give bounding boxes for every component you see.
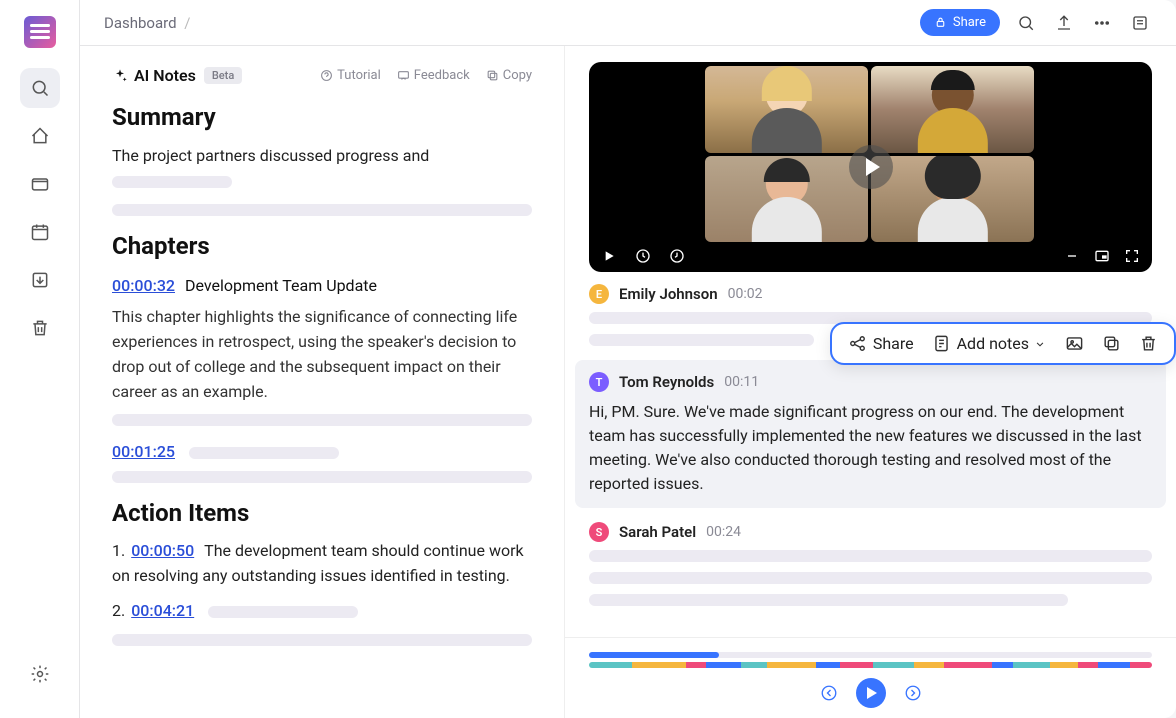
chapter-item: 00:00:32 Development Team Update This ch…: [112, 276, 532, 426]
popup-share[interactable]: Share: [848, 334, 914, 353]
ai-notes-title: AI Notes: [112, 66, 196, 85]
export-button[interactable]: [20, 260, 60, 300]
chapter-timestamp[interactable]: 00:00:32: [112, 276, 175, 295]
chapter-item: 00:01:25: [112, 442, 532, 483]
rewind-icon[interactable]: [635, 248, 651, 264]
app-logo[interactable]: [24, 16, 56, 48]
breadcrumb[interactable]: Dashboard: [104, 14, 190, 32]
forward-icon[interactable]: [669, 248, 685, 264]
chevron-down-icon: [1033, 337, 1047, 351]
action-item: 1. 00:00:50 The development team should …: [112, 539, 532, 589]
speaker-name: Emily Johnson: [619, 285, 718, 303]
home-button[interactable]: [20, 116, 60, 156]
transcript-block: S Sarah Patel 00:24: [589, 522, 1152, 606]
delete-icon[interactable]: [1139, 334, 1158, 353]
copy-icon[interactable]: [1102, 334, 1121, 353]
transcript-text: Hi, PM. Sure. We've made significant pro…: [589, 400, 1152, 496]
avatar: S: [589, 522, 609, 542]
share-button[interactable]: Share: [920, 9, 1000, 36]
speaker-time: 00:11: [724, 374, 759, 390]
avatar: T: [589, 372, 609, 392]
trash-button[interactable]: [20, 308, 60, 348]
rewind-button[interactable]: [820, 684, 838, 702]
forward-button[interactable]: [904, 684, 922, 702]
action-timestamp[interactable]: 00:00:50: [131, 541, 194, 560]
play-overlay-icon[interactable]: [849, 145, 893, 189]
more-icon[interactable]: [1090, 11, 1114, 35]
speaker-name: Sarah Patel: [619, 523, 696, 541]
transcript-block-active[interactable]: Share Add notes T Tom Reynolds 00:11 Hi,…: [575, 360, 1166, 508]
upload-icon[interactable]: [1052, 11, 1076, 35]
copy-link[interactable]: Copy: [486, 68, 532, 83]
popup-add-notes[interactable]: Add notes: [932, 334, 1047, 353]
action-items-heading: Action Items: [112, 499, 532, 527]
topbar-search-icon[interactable]: [1014, 11, 1038, 35]
summary-text: The project partners discussed progress …: [112, 143, 532, 194]
content: AI Notes Beta Tutorial Feedback Copy Sum…: [80, 46, 1176, 718]
action-timestamp[interactable]: 00:04:21: [131, 601, 194, 620]
progress-bar[interactable]: [589, 652, 1152, 658]
pip-icon[interactable]: [1094, 248, 1110, 264]
summary-heading: Summary: [112, 103, 532, 131]
media-panel: E Emily Johnson 00:02 Share Add notes: [565, 46, 1176, 718]
chapter-description: This chapter highlights the significance…: [112, 305, 532, 404]
topbar: Dashboard Share: [80, 0, 1176, 46]
action-item: 2. 00:04:21: [112, 599, 532, 646]
avatar: E: [589, 284, 609, 304]
settings-button[interactable]: [20, 654, 60, 694]
chapter-title: Development Team Update: [185, 276, 377, 295]
speaker-segments[interactable]: [589, 662, 1152, 668]
mini-play-icon[interactable]: [601, 248, 617, 264]
speaker-name: Tom Reynolds: [619, 373, 714, 391]
calendar-button[interactable]: [20, 212, 60, 252]
minimize-icon[interactable]: [1064, 248, 1080, 264]
play-button[interactable]: [856, 678, 886, 708]
search-button[interactable]: [20, 68, 60, 108]
panel-icon[interactable]: [1128, 11, 1152, 35]
chapter-timestamp[interactable]: 00:01:25: [112, 442, 175, 461]
speaker-time: 00:24: [706, 524, 741, 540]
speaker-time: 00:02: [728, 286, 763, 302]
feedback-link[interactable]: Feedback: [397, 68, 470, 83]
folder-button[interactable]: [20, 164, 60, 204]
tutorial-link[interactable]: Tutorial: [320, 68, 381, 83]
transcript: E Emily Johnson 00:02 Share Add notes: [565, 272, 1176, 637]
context-popup: Share Add notes: [830, 322, 1176, 365]
timeline: [565, 637, 1176, 718]
chapters-heading: Chapters: [112, 232, 532, 260]
fullscreen-icon[interactable]: [1124, 248, 1140, 264]
ai-notes-panel: AI Notes Beta Tutorial Feedback Copy Sum…: [80, 46, 565, 718]
video-player[interactable]: [589, 62, 1152, 272]
beta-badge: Beta: [204, 67, 242, 84]
image-icon[interactable]: [1065, 334, 1084, 353]
sidebar: [0, 0, 80, 718]
main: Dashboard Share AI Notes Beta Tutorial: [80, 0, 1176, 718]
